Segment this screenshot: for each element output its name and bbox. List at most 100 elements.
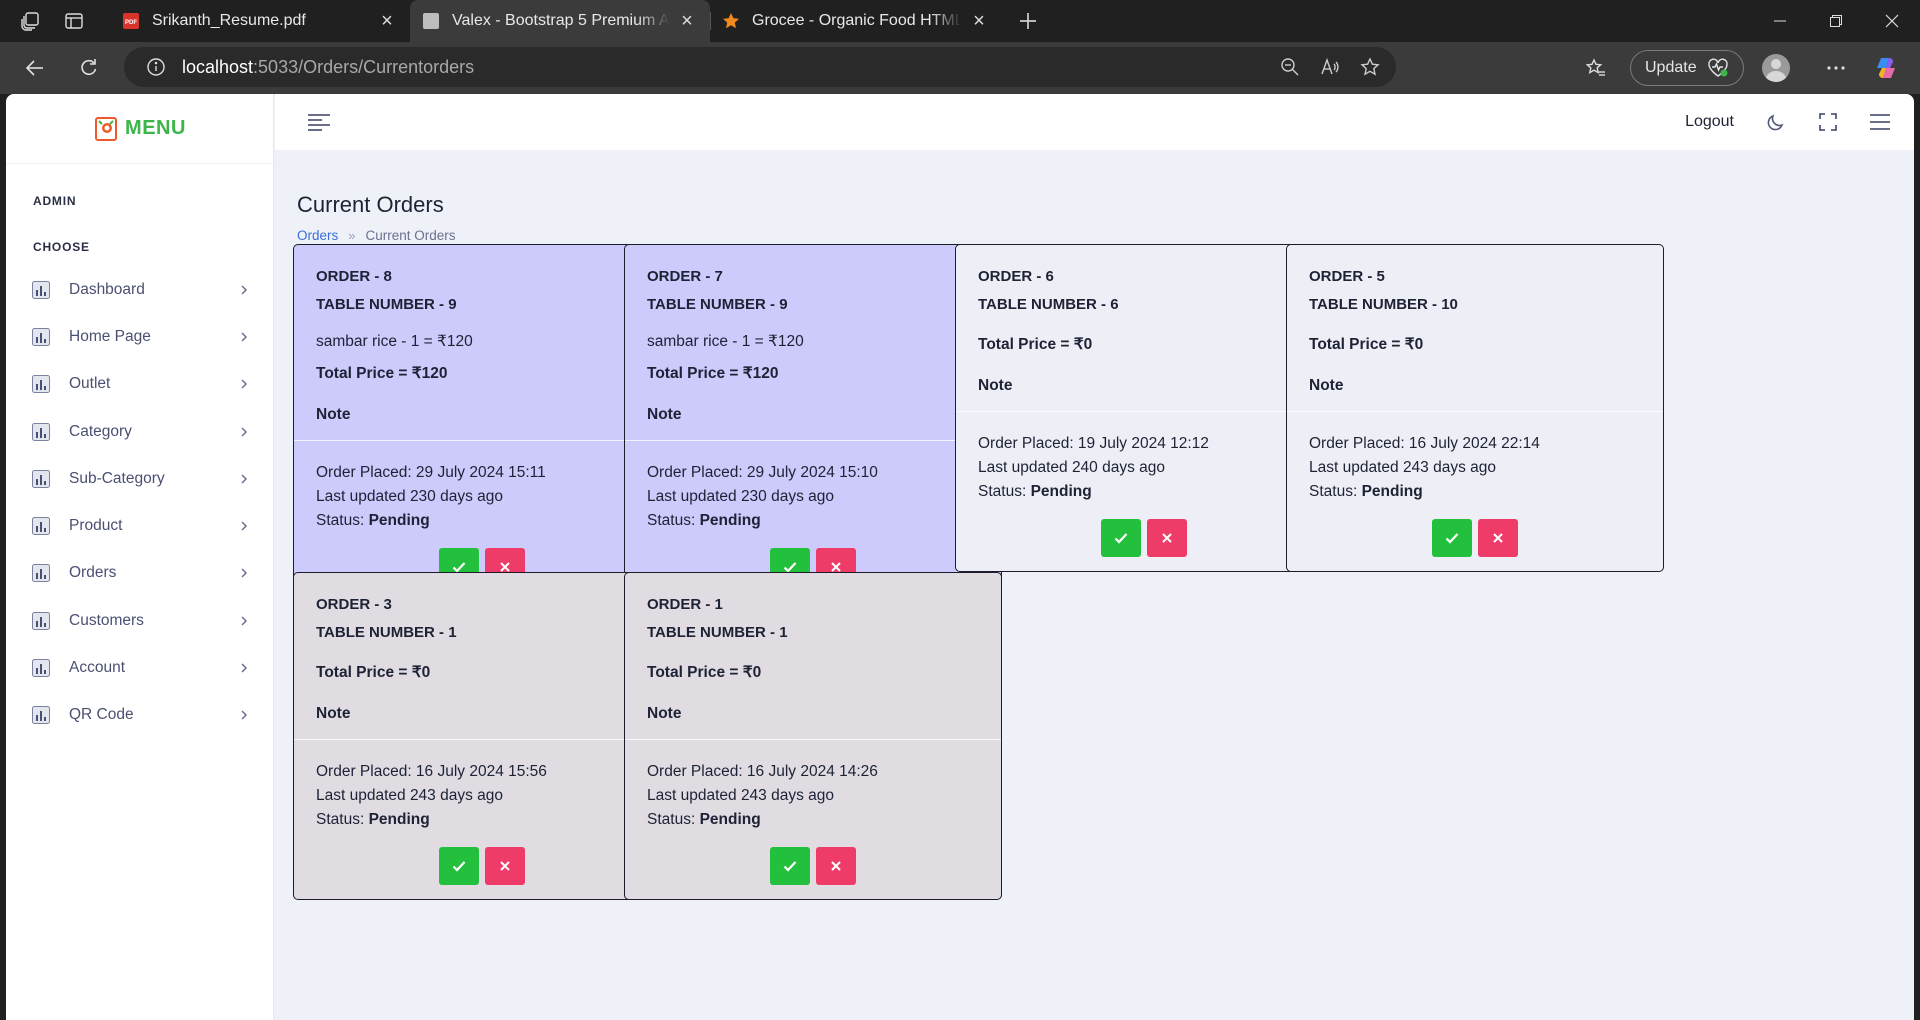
copilot-icon[interactable]	[1870, 52, 1902, 84]
url-path: :5033/Orders/Currentorders	[253, 56, 475, 77]
sidebar-item-label: Product	[69, 517, 123, 535]
site-info-icon[interactable]	[144, 55, 168, 79]
favorites-icon[interactable]	[1580, 52, 1612, 84]
close-icon	[831, 562, 841, 572]
order-note: Note	[647, 406, 682, 423]
total-price: Total Price = ₹0	[316, 664, 431, 681]
sidebar-toggle-icon[interactable]	[307, 110, 331, 134]
breadcrumb-current: Current Orders	[365, 228, 456, 243]
profile-avatar[interactable]	[1761, 54, 1790, 82]
order-number: ORDER - 5	[1309, 268, 1385, 285]
accept-order-button[interactable]	[770, 847, 810, 885]
sidebar-item-label: Category	[69, 422, 132, 440]
status-value: Pending	[699, 512, 761, 529]
accept-order-button[interactable]	[1101, 519, 1141, 557]
accept-order-button[interactable]	[1432, 519, 1472, 557]
breadcrumb: Orders » Current Orders	[297, 228, 456, 243]
zoom-out-icon[interactable]	[1280, 57, 1300, 77]
restore-icon[interactable]	[1808, 0, 1864, 42]
sidebar-item-sub-category[interactable]: Sub-Category	[6, 455, 273, 502]
order-card: ORDER - 8 TABLE NUMBER - 9 sambar rice - 1…	[293, 244, 671, 601]
window-controls	[1752, 0, 1920, 42]
bar-chart-icon	[32, 564, 50, 583]
sidebar-item-label: Customers	[69, 611, 144, 629]
table-number: TABLE NUMBER - 1	[647, 624, 788, 641]
check-icon	[1445, 532, 1459, 544]
total-price: Total Price = ₹0	[978, 336, 1093, 353]
order-card: ORDER - 1 TABLE NUMBER - 1 Total Price = ₹…	[624, 572, 1002, 900]
check-icon	[452, 860, 466, 872]
order-placed-date: Order Placed: 29 July 2024 15:10	[647, 464, 878, 481]
back-icon[interactable]	[15, 48, 55, 88]
close-tab-icon[interactable]: ×	[968, 10, 990, 32]
close-tab-icon[interactable]: ×	[676, 10, 698, 32]
workspaces-icon[interactable]	[12, 3, 48, 39]
chevron-right-icon	[239, 710, 249, 720]
accept-order-button[interactable]	[439, 847, 479, 885]
table-number: TABLE NUMBER - 6	[978, 296, 1119, 313]
breadcrumb-orders-link[interactable]: Orders	[297, 228, 338, 243]
close-icon	[1493, 533, 1503, 543]
order-card: ORDER - 6 TABLE NUMBER - 6 Total Price = ₹…	[955, 244, 1333, 572]
close-tab-icon[interactable]: ×	[376, 10, 398, 32]
bar-chart-icon	[32, 327, 50, 346]
dark-mode-moon-icon[interactable]	[1756, 102, 1796, 142]
status-label: Status:	[978, 483, 1031, 500]
sidebar-item-dashboard[interactable]: Dashboard	[6, 266, 273, 313]
last-updated: Last updated 243 days ago	[1309, 459, 1497, 476]
more-options-icon[interactable]	[1820, 52, 1852, 84]
sidebar-item-orders[interactable]: Orders	[6, 550, 273, 597]
tab-title: Srikanth_Resume.pdf	[152, 12, 306, 29]
status-value: Pending	[368, 811, 430, 828]
last-updated: Last updated 240 days ago	[978, 459, 1166, 476]
heart-pulse-icon	[1707, 58, 1729, 78]
reload-icon[interactable]	[69, 48, 109, 88]
chevron-right-icon	[239, 427, 249, 437]
reject-order-button[interactable]	[1478, 519, 1518, 557]
sidebar-item-label: Home Page	[69, 327, 151, 345]
sidebar-item-category[interactable]: Category	[6, 408, 273, 455]
svg-text:PDF: PDF	[125, 20, 137, 26]
browser-tab-active[interactable]: Valex - Bootstrap 5 Premium Admin Dashbo…	[410, 0, 710, 42]
sidebar-item-label: Account	[69, 659, 126, 677]
read-aloud-icon[interactable]	[1320, 57, 1340, 77]
close-window-icon[interactable]	[1864, 0, 1920, 42]
bar-chart-icon	[32, 422, 50, 441]
sidebar-item-customers[interactable]: Customers	[6, 597, 273, 644]
sidebar-item-account[interactable]: Account	[6, 644, 273, 691]
total-price: Total Price = ₹120	[647, 365, 779, 382]
sidebar-item-product[interactable]: Product	[6, 502, 273, 549]
table-number: TABLE NUMBER - 9	[316, 296, 457, 313]
page-icon	[422, 12, 440, 30]
total-price: Total Price = ₹120	[316, 365, 448, 382]
tab-actions-icon[interactable]	[56, 3, 92, 39]
chevron-right-icon	[239, 474, 249, 484]
sidebar-item-label: Dashboard	[69, 280, 145, 298]
sidebar-item-home-page[interactable]: Home Page	[6, 313, 273, 360]
pdf-icon: PDF	[122, 12, 140, 30]
chevron-right-icon	[239, 616, 249, 626]
reject-order-button[interactable]	[1147, 519, 1187, 557]
browser-tab[interactable]: PDF Srikanth_Resume.pdf ×	[110, 0, 410, 42]
sidebar-item-label: Sub-Category	[69, 469, 165, 487]
total-price: Total Price = ₹0	[647, 664, 762, 681]
minimize-icon[interactable]	[1752, 0, 1808, 42]
reject-order-button[interactable]	[816, 847, 856, 885]
sidebar-menu: Dashboard Home Page Outlet Category Sub-Cate…	[6, 266, 273, 739]
sidebar-item-outlet[interactable]: Outlet	[6, 361, 273, 408]
table-number: TABLE NUMBER - 9	[647, 296, 788, 313]
order-note: Note	[978, 377, 1013, 394]
url-field[interactable]: localhost:5033/Orders/Currentorders	[124, 47, 1396, 87]
menu-lines-icon[interactable]	[1860, 102, 1900, 142]
browser-tab[interactable]: Grocee - Organic Food HTML Template ×	[710, 0, 1002, 42]
fullscreen-icon[interactable]	[1808, 102, 1848, 142]
logout-link[interactable]: Logout	[1685, 113, 1734, 131]
reject-order-button[interactable]	[485, 847, 525, 885]
new-tab-icon[interactable]	[1010, 3, 1046, 39]
sidebar-item-label: QR Code	[69, 706, 134, 724]
favorite-star-icon[interactable]	[1360, 57, 1380, 77]
browser-toolbar-right: Update	[1580, 42, 1902, 94]
update-button[interactable]: Update	[1630, 50, 1744, 86]
brand-logo[interactable]: MENU	[6, 94, 273, 164]
sidebar-item-qr-code[interactable]: QR Code	[6, 692, 273, 739]
